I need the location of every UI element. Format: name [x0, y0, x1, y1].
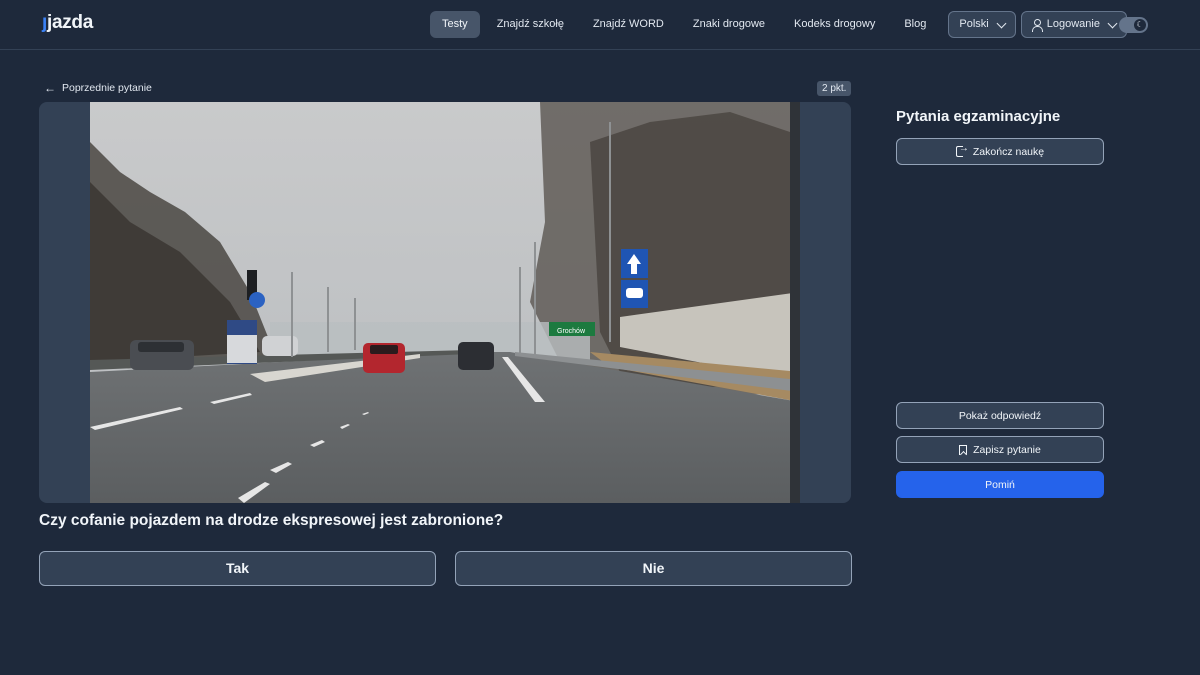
login-label: Logowanie [1046, 18, 1100, 30]
logo-text: jazda [46, 12, 94, 33]
logo[interactable]: ȷjazda [42, 12, 93, 34]
nav-road-signs[interactable]: Znaki drogowe [681, 11, 777, 38]
question-media: Grochów [39, 102, 851, 503]
end-learning-label: Zakończ naukę [972, 145, 1045, 158]
nav-find-school[interactable]: Znajdź szkołę [485, 11, 576, 38]
nav-testy[interactable]: Testy [430, 11, 480, 38]
user-icon [1032, 19, 1044, 32]
distance-sign-text: Grochów [557, 328, 586, 335]
language-label: Polski [959, 18, 989, 30]
skip-button[interactable]: Pomiń [896, 471, 1104, 498]
panel-title: Pytania egzaminacyjne [896, 108, 1061, 125]
log-out-icon [955, 143, 969, 157]
save-question-label: Zapisz pytanie [973, 443, 1041, 456]
nav-traffic-code[interactable]: Kodeks drogowy [782, 11, 887, 38]
show-answer-label: Pokaż odpowiedź [958, 409, 1042, 422]
bookmark-icon [959, 444, 968, 455]
moon-icon: ☾ [1134, 19, 1146, 31]
answer-no-button[interactable]: Nie [455, 551, 852, 586]
answer-yes-button[interactable]: Tak [39, 551, 436, 586]
arrow-left-icon: ← [44, 81, 56, 95]
theme-toggle[interactable]: ☾ [1119, 17, 1148, 33]
chevron-down-icon [996, 18, 1007, 28]
previous-question-label: Poprzednie pytanie [62, 82, 152, 94]
chevron-down-icon [1107, 18, 1118, 28]
road-scene-image: Grochów [90, 102, 800, 503]
end-learning-button[interactable]: Zakończ naukę [896, 138, 1104, 165]
points-badge: 2 pkt. [817, 81, 852, 96]
main-nav: Testy Znajdź szkołę Znajdź WORD Znaki dr… [430, 11, 1127, 38]
question-text: Czy cofanie pojazdem na drodze ekspresow… [39, 512, 504, 529]
nav-find-word[interactable]: Znajdź WORD [581, 11, 676, 38]
login-button[interactable]: Logowanie [1020, 11, 1127, 38]
save-question-button[interactable]: Zapisz pytanie [896, 436, 1104, 463]
skip-label: Pomiń [985, 478, 1015, 491]
nav-blog[interactable]: Blog [892, 11, 938, 38]
previous-question-link[interactable]: ← Poprzednie pytanie [44, 81, 152, 95]
language-select[interactable]: Polski [948, 11, 1016, 38]
show-answer-button[interactable]: Pokaż odpowiedź [896, 402, 1104, 429]
top-header: ȷjazda Testy Znajdź szkołę Znajdź WORD Z… [0, 0, 1200, 50]
